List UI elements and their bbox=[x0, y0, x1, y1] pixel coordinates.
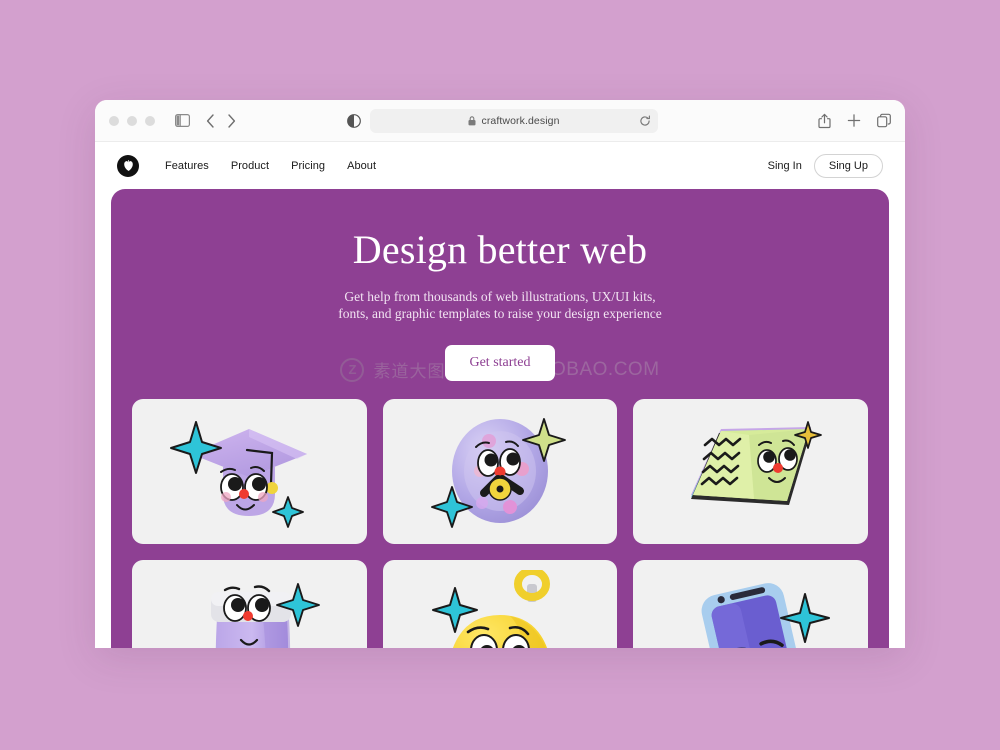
sign-up-button[interactable]: Sing Up bbox=[813, 153, 883, 178]
graduation-cap-icon bbox=[159, 409, 339, 534]
maximize-button[interactable] bbox=[145, 115, 155, 126]
toolbar-right-group bbox=[818, 113, 891, 128]
sign-in-link[interactable]: Sing In bbox=[768, 160, 802, 172]
bell-icon bbox=[410, 569, 590, 648]
nav-auth-group: Sing In Sing Up bbox=[768, 153, 883, 178]
reload-icon[interactable] bbox=[639, 115, 651, 127]
minimize-button[interactable] bbox=[127, 115, 137, 126]
hero-subtitle-line-1: Get help from thousands of web illustrat… bbox=[344, 289, 656, 304]
hero-subtitle-line-2: fonts, and graphic templates to raise yo… bbox=[338, 306, 662, 322]
card-paint-tube[interactable] bbox=[132, 559, 367, 648]
nav-links: Features Product Pricing About bbox=[165, 160, 376, 172]
hero-section: Design better web Get help from thousand… bbox=[111, 189, 889, 382]
page-content: Design better web Get help from thousand… bbox=[95, 189, 905, 648]
nav-link-pricing[interactable]: Pricing bbox=[291, 160, 325, 172]
traffic-lights bbox=[109, 115, 155, 126]
card-bell[interactable] bbox=[382, 559, 618, 648]
cta-wrapper: Get started bbox=[131, 344, 869, 381]
craftwork-logo-icon[interactable] bbox=[117, 154, 139, 177]
nav-link-features[interactable]: Features bbox=[165, 160, 209, 172]
paint-tube-icon bbox=[159, 570, 339, 648]
nav-link-about[interactable]: About bbox=[347, 160, 376, 172]
share-icon[interactable] bbox=[818, 113, 831, 128]
open-book-icon bbox=[661, 409, 841, 534]
nav-link-product[interactable]: Product bbox=[231, 160, 269, 172]
palette-sphere-icon bbox=[410, 409, 590, 534]
illustration-card-grid bbox=[111, 380, 889, 648]
browser-toolbar: craftwork.design bbox=[95, 100, 905, 142]
back-icon[interactable] bbox=[206, 113, 215, 128]
card-phone[interactable] bbox=[633, 559, 868, 648]
site-navigation: Features Product Pricing About Sing In S… bbox=[95, 142, 905, 189]
page-title: Design better web bbox=[352, 227, 648, 272]
card-graduation-cap[interactable] bbox=[132, 398, 367, 544]
secure-lock-icon bbox=[468, 115, 476, 126]
hero-subtitle: Get help from thousands of web illustrat… bbox=[131, 288, 869, 323]
close-button[interactable] bbox=[109, 115, 119, 126]
new-tab-icon[interactable] bbox=[847, 114, 861, 128]
phone-icon bbox=[661, 570, 841, 648]
address-bar[interactable]: craftwork.design bbox=[370, 108, 658, 133]
card-palette-sphere[interactable] bbox=[382, 398, 618, 544]
forward-icon[interactable] bbox=[227, 113, 236, 128]
card-open-book[interactable] bbox=[633, 398, 868, 544]
browser-window: craftwork.design Features Product Pricin… bbox=[95, 100, 905, 648]
url-text: craftwork.design bbox=[481, 114, 560, 127]
reader-mode-icon[interactable] bbox=[347, 113, 361, 128]
get-started-button[interactable]: Get started bbox=[445, 344, 555, 381]
sidebar-toggle-icon[interactable] bbox=[175, 114, 190, 127]
show-tabs-icon[interactable] bbox=[877, 113, 891, 128]
